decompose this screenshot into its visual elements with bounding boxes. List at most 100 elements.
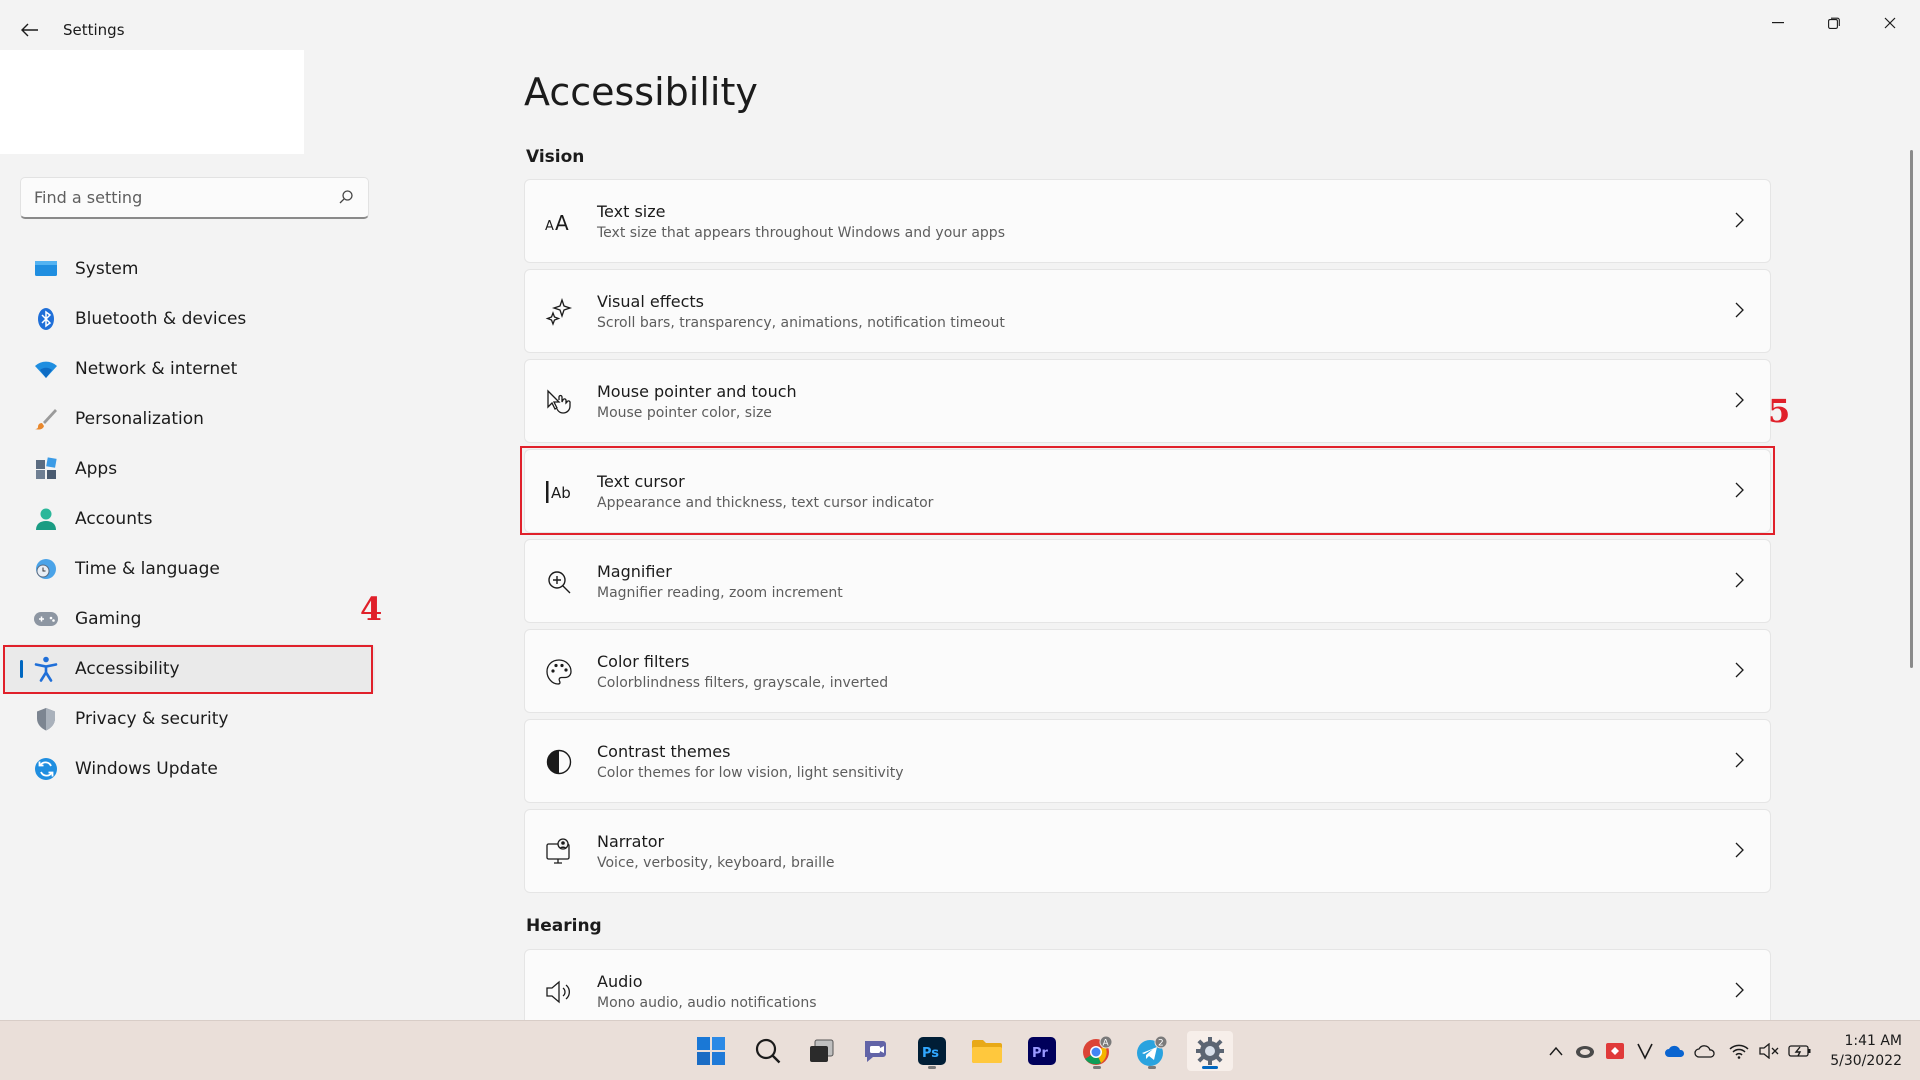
card-title: Contrast themes [597, 742, 731, 761]
chrome-profile-badge: A [1103, 1039, 1110, 1049]
section-title-hearing: Hearing [526, 916, 602, 936]
tray-onedrive[interactable] [1664, 1041, 1686, 1061]
restore-icon [1828, 17, 1840, 29]
taskbar-app-premiere[interactable]: Pr [1022, 1031, 1062, 1071]
section-title-vision: Vision [526, 147, 585, 167]
chevron-right-icon [1735, 572, 1744, 588]
telegram-unread-badge: 2 [1158, 1039, 1164, 1049]
chevron-right-icon [1735, 982, 1744, 998]
taskbar-app-telegram[interactable]: 2 [1132, 1031, 1172, 1071]
card-title: Narrator [597, 832, 665, 851]
back-arrow-icon [21, 23, 38, 37]
tray-battery[interactable] [1788, 1041, 1812, 1061]
card-subtitle: Colorblindness filters, grayscale, inver… [597, 675, 889, 691]
text-size-icon: AA [545, 208, 573, 236]
sidebar-item-accounts[interactable]: Accounts [0, 494, 380, 544]
taskbar-app-file-explorer[interactable] [967, 1031, 1007, 1071]
svg-text:Ps: Ps [922, 1046, 939, 1061]
tray-wifi[interactable] [1728, 1041, 1750, 1061]
chevron-up-icon [1549, 1046, 1563, 1056]
tray-volume[interactable] [1758, 1041, 1780, 1061]
taskbar-app-settings[interactable] [1187, 1031, 1233, 1071]
card-narrator[interactable]: Narrator Voice, verbosity, keyboard, brai… [524, 809, 1771, 893]
sidebar-item-windows-update[interactable]: Windows Update [0, 744, 380, 794]
teams-chat-button[interactable] [857, 1031, 897, 1071]
profile-area[interactable] [0, 50, 304, 154]
card-mouse-pointer-touch[interactable]: Mouse pointer and touch Mouse pointer col… [524, 359, 1771, 443]
back-button[interactable] [18, 18, 42, 42]
card-text-size[interactable]: AA Text size Text size that appears throu… [524, 179, 1771, 263]
card-title: Mouse pointer and touch [597, 382, 797, 401]
window-title: Settings [63, 21, 125, 39]
sidebar-item-privacy-security[interactable]: Privacy & security [0, 694, 380, 744]
search-box[interactable] [20, 177, 369, 219]
sidebar-item-label: Time & language [75, 559, 220, 579]
photoshop-icon: Ps [918, 1037, 946, 1065]
card-color-filters[interactable]: Color filters Colorblindness filters, gra… [524, 629, 1771, 713]
update-icon [33, 756, 59, 782]
tray-overflow-button[interactable] [1546, 1041, 1566, 1061]
clock-globe-icon [33, 556, 59, 582]
taskbar-app-photoshop[interactable]: Ps [912, 1031, 952, 1071]
search-icon[interactable] [338, 189, 354, 205]
sidebar-item-personalization[interactable]: Personalization [0, 394, 380, 444]
card-subtitle: Voice, verbosity, keyboard, braille [597, 855, 835, 871]
card-subtitle: Text size that appears throughout Window… [597, 225, 1005, 241]
chevron-right-icon [1735, 752, 1744, 768]
palette-icon [545, 658, 573, 686]
minimize-icon [1772, 22, 1784, 24]
card-visual-effects[interactable]: Visual effects Scroll bars, transparency,… [524, 269, 1771, 353]
speaker-icon [545, 978, 573, 1006]
search-input[interactable] [21, 178, 321, 216]
taskbar-search-button[interactable] [748, 1031, 788, 1071]
chevron-right-icon [1735, 302, 1744, 318]
tray-onedrive-personal[interactable] [1694, 1041, 1716, 1061]
card-subtitle: Mono audio, audio notifications [597, 995, 817, 1011]
close-button[interactable] [1870, 8, 1910, 38]
sidebar-item-system[interactable]: System [0, 244, 380, 294]
card-contrast-themes[interactable]: Contrast themes Color themes for low visi… [524, 719, 1771, 803]
sidebar-item-bluetooth[interactable]: Bluetooth & devices [0, 294, 380, 344]
minimize-button[interactable] [1758, 8, 1798, 38]
sidebar-item-apps[interactable]: Apps [0, 444, 380, 494]
restore-button[interactable] [1814, 8, 1854, 38]
wifi-icon [1729, 1044, 1749, 1059]
card-title: Color filters [597, 652, 690, 671]
running-indicator [1093, 1066, 1101, 1069]
sidebar-item-label: Windows Update [75, 759, 218, 779]
taskbar: Ps Pr A 2 1:41 AM 5/30/2022 [0, 1020, 1920, 1080]
windows-logo-icon [697, 1037, 725, 1065]
sidebar-item-network[interactable]: Network & internet [0, 344, 380, 394]
task-view-button[interactable] [802, 1031, 842, 1071]
chrome-icon: A [1083, 1035, 1113, 1065]
card-magnifier[interactable]: Magnifier Magnifier reading, zoom increme… [524, 539, 1771, 623]
scrollbar[interactable] [1910, 150, 1913, 668]
annotation-box-text-cursor [520, 446, 1775, 535]
svg-text:Pr: Pr [1032, 1046, 1049, 1061]
system-icon [33, 256, 59, 282]
annotation-box-accessibility [3, 645, 373, 694]
sidebar-item-label: Bluetooth & devices [75, 309, 247, 329]
tray-cloud-sync-icon [1576, 1046, 1594, 1058]
running-indicator [1148, 1066, 1156, 1069]
taskbar-app-chrome[interactable]: A [1077, 1031, 1117, 1071]
taskbar-clock[interactable]: 1:41 AM 5/30/2022 [1830, 1031, 1902, 1071]
sidebar-item-label: Gaming [75, 609, 142, 629]
card-subtitle: Color themes for low vision, light sensi… [597, 765, 904, 781]
apps-icon [33, 456, 59, 482]
settings-gear-icon [1196, 1037, 1224, 1065]
clock-time: 1:41 AM [1844, 1033, 1902, 1049]
sidebar-item-time-language[interactable]: Time & language [0, 544, 380, 594]
tray-app-2[interactable] [1604, 1041, 1626, 1061]
start-button[interactable] [691, 1031, 731, 1071]
sidebar-item-label: Network & internet [75, 359, 238, 379]
telegram-icon: 2 [1137, 1035, 1168, 1066]
teams-icon [865, 1041, 886, 1062]
sidebar-item-gaming[interactable]: Gaming [0, 594, 380, 644]
gamepad-icon [33, 606, 59, 632]
tray-app-1[interactable] [1574, 1041, 1596, 1061]
task-view-icon [810, 1039, 834, 1062]
card-subtitle: Mouse pointer color, size [597, 405, 772, 421]
chevron-right-icon [1735, 212, 1744, 228]
tray-app-3[interactable] [1634, 1041, 1656, 1061]
